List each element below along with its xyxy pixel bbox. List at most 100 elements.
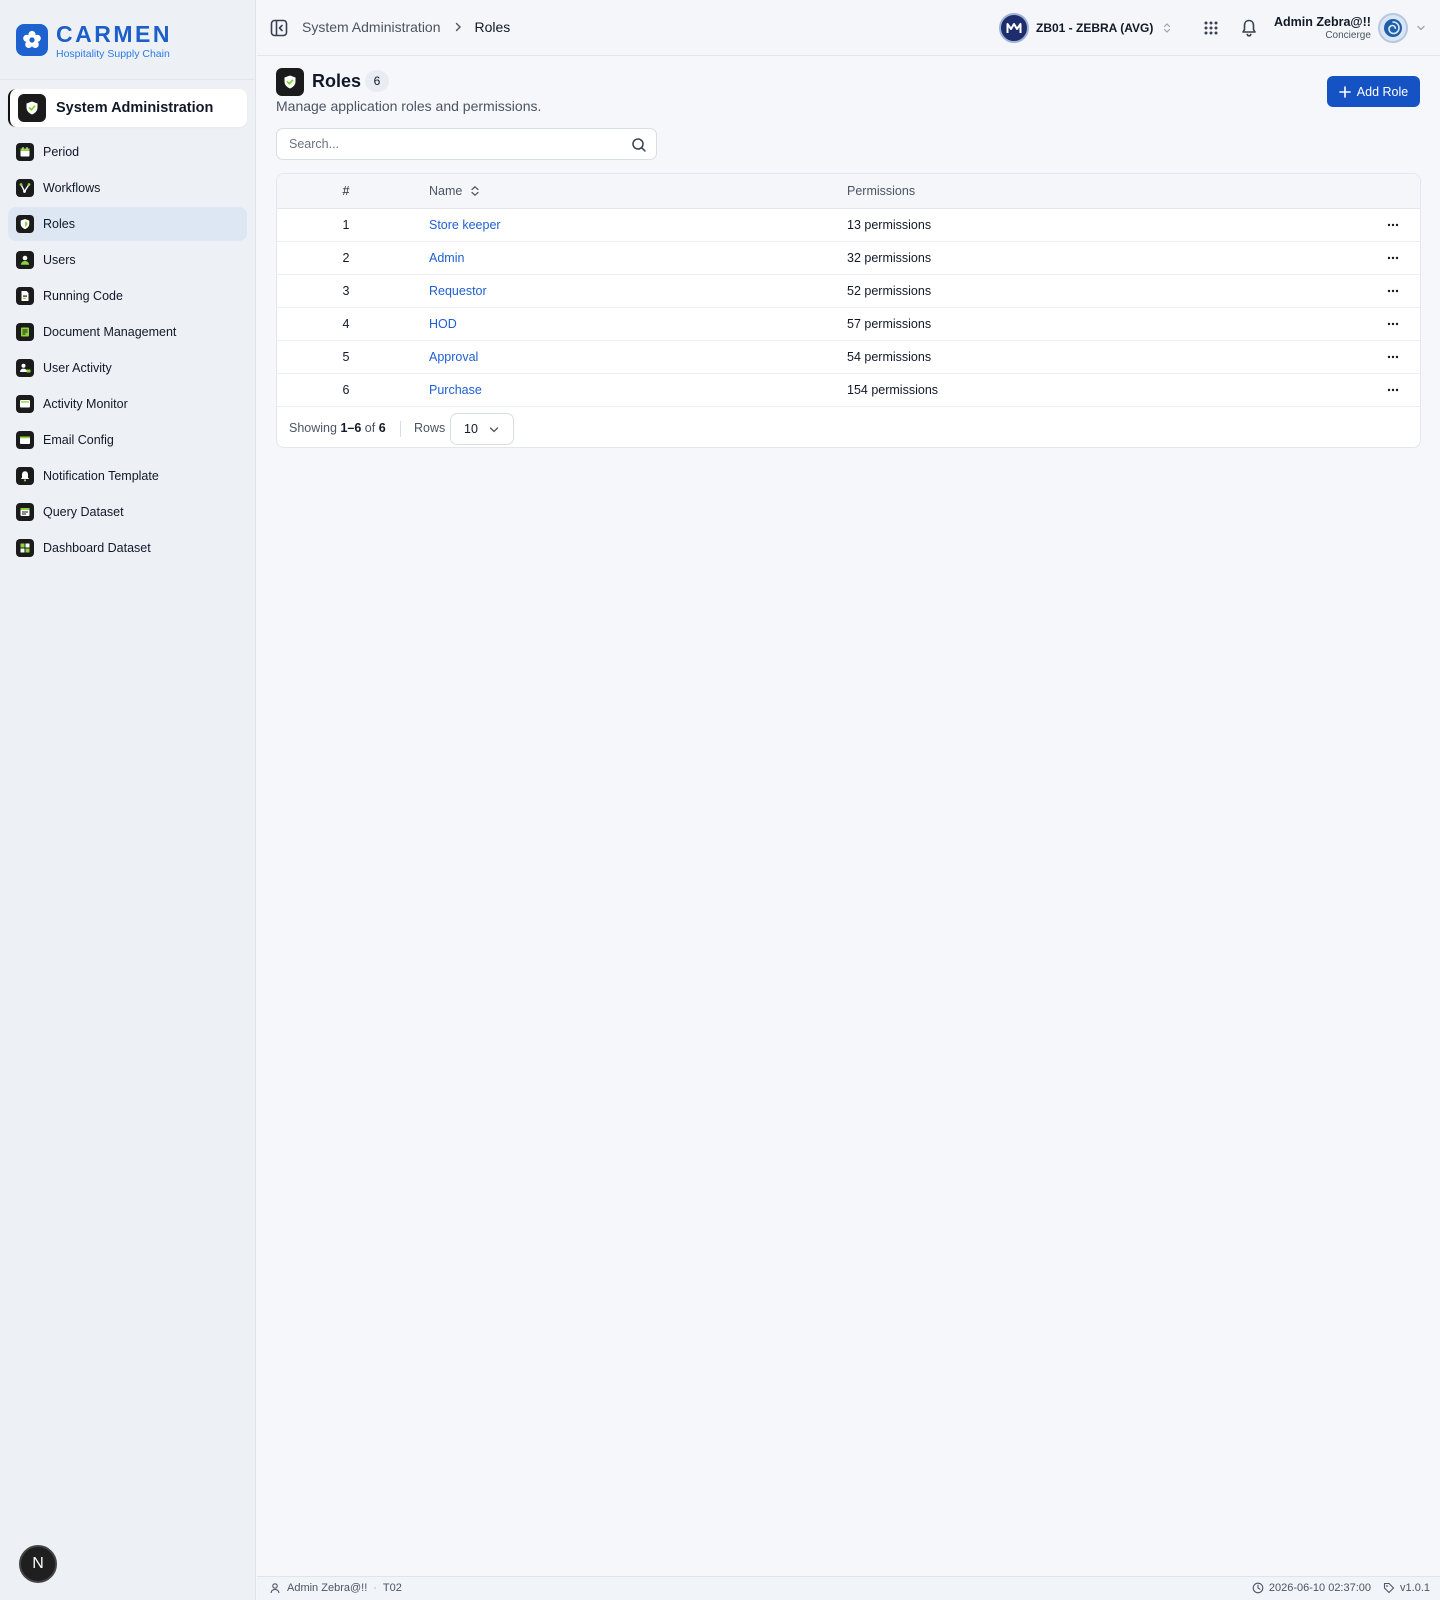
- table-footer: Showing 1–6 of 6 Rows 10: [277, 407, 1420, 447]
- main-content: Roles 6 Manage application roles and per…: [257, 56, 1440, 1576]
- more-actions-icon[interactable]: [1383, 275, 1403, 307]
- role-name-link[interactable]: Approval: [429, 341, 478, 373]
- more-actions-icon[interactable]: [1383, 242, 1403, 274]
- permission-count: 54 permissions: [847, 350, 932, 364]
- sidebar-item-label: Query Dataset: [43, 505, 124, 519]
- sidebar-item-email-config[interactable]: Email Config: [8, 423, 247, 457]
- sidebar-nav: Period Workflows Roles Users Running Cod…: [0, 135, 255, 565]
- sidebar-item-user-activity[interactable]: User Activity: [8, 351, 247, 385]
- pagination-summary: Showing 1–6 of 6: [289, 421, 386, 435]
- role-name-link[interactable]: Admin: [429, 242, 464, 274]
- user-role: Concierge: [1325, 29, 1371, 41]
- permission-count: 57 permissions: [847, 317, 932, 331]
- sidebar-item-label: Dashboard Dataset: [43, 541, 151, 555]
- rows-per-page-select[interactable]: 10: [450, 413, 514, 445]
- assistant-button[interactable]: N: [19, 1545, 57, 1583]
- sidebar-item-running-code[interactable]: Running Code: [8, 279, 247, 313]
- search-input[interactable]: [289, 129, 609, 159]
- role-name-link[interactable]: HOD: [429, 308, 457, 340]
- column-header-name-label: Name: [429, 184, 463, 198]
- sidebar-toggle-icon[interactable]: [269, 18, 289, 38]
- user-menu[interactable]: Admin Zebra@!! Concierge: [1274, 13, 1426, 43]
- page-title: Roles: [312, 71, 362, 91]
- chevron-down-icon: [489, 427, 499, 433]
- table-row: 4 HOD 57 permissions: [277, 308, 1420, 341]
- shield-icon: [16, 215, 34, 233]
- status-version: v1.0.1: [1400, 1582, 1430, 1594]
- sidebar-item-period[interactable]: Period: [8, 135, 247, 169]
- sidebar-item-notification-template[interactable]: Notification Template: [8, 459, 247, 493]
- sidebar-item-label: Activity Monitor: [43, 397, 128, 411]
- sidebar-item-label: Users: [43, 253, 76, 267]
- permission-count: 32 permissions: [847, 251, 932, 265]
- showing-range: 1–6: [340, 421, 362, 435]
- notification-bell-icon[interactable]: [1240, 18, 1258, 38]
- divider: [400, 421, 401, 437]
- status-tenant-code: T02: [382, 1582, 402, 1594]
- roles-table: # Name Permissions 1 Store keeper 13 per…: [276, 173, 1421, 448]
- more-actions-icon[interactable]: [1383, 308, 1403, 340]
- sidebar-item-document-management[interactable]: Document Management: [8, 315, 247, 349]
- plus-icon: [1338, 85, 1351, 98]
- breadcrumb-parent-link[interactable]: System Administration: [302, 19, 441, 35]
- add-role-button[interactable]: Add Role: [1327, 76, 1420, 107]
- more-actions-icon[interactable]: [1383, 209, 1403, 241]
- column-header-name[interactable]: Name: [429, 174, 480, 208]
- clock-icon: [1252, 1582, 1264, 1594]
- workflow-icon: [16, 179, 34, 197]
- tag-icon: [1383, 1582, 1395, 1594]
- sidebar-item-roles[interactable]: Roles: [8, 207, 247, 241]
- sidebar-item-label: Running Code: [43, 289, 123, 303]
- document-icon: [16, 323, 34, 341]
- mail-icon: [16, 431, 34, 449]
- more-actions-icon[interactable]: [1383, 374, 1403, 406]
- sidebar-item-query-dataset[interactable]: Query Dataset: [8, 495, 247, 529]
- tenant-switcher[interactable]: ZB01 - ZEBRA (AVG): [999, 13, 1171, 43]
- topbar: System Administration Roles ZB01 - ZEBRA…: [257, 0, 1440, 56]
- table-row: 1 Store keeper 13 permissions: [277, 209, 1420, 242]
- sidebar-item-users[interactable]: Users: [8, 243, 247, 277]
- role-name-link[interactable]: Store keeper: [429, 209, 501, 241]
- page-description: Manage application roles and permissions…: [276, 98, 542, 114]
- chevron-up-down-icon: [1163, 22, 1171, 34]
- search-icon[interactable]: [631, 137, 647, 153]
- role-name-link[interactable]: Requestor: [429, 275, 487, 307]
- table-header: # Name Permissions: [277, 174, 1420, 209]
- table-row: 2 Admin 32 permissions: [277, 242, 1420, 275]
- role-name-link[interactable]: Purchase: [429, 374, 482, 406]
- row-number: 1: [342, 218, 350, 232]
- sidebar: CARMEN Hospitality Supply Chain System A…: [0, 0, 256, 1600]
- sidebar-item-dashboard-dataset[interactable]: Dashboard Dataset: [8, 531, 247, 565]
- flower-logo-icon: [16, 23, 48, 56]
- shield-check-icon: [276, 68, 304, 96]
- dashboard-icon: [16, 539, 34, 557]
- status-user: Admin Zebra@!!: [287, 1582, 368, 1594]
- sidebar-item-label: User Activity: [43, 361, 112, 375]
- shield-check-icon: [18, 94, 46, 122]
- module-switcher[interactable]: System Administration: [8, 89, 247, 127]
- showing-of: of: [364, 421, 376, 435]
- calendar-icon: [16, 143, 34, 161]
- sort-icon[interactable]: [470, 185, 480, 197]
- sidebar-item-activity-monitor[interactable]: Activity Monitor: [8, 387, 247, 421]
- file-code-icon: [16, 287, 34, 305]
- more-actions-icon[interactable]: [1383, 341, 1403, 373]
- brand[interactable]: CARMEN Hospitality Supply Chain: [0, 0, 255, 80]
- sidebar-item-label: Notification Template: [43, 469, 159, 483]
- sidebar-item-label: Workflows: [43, 181, 101, 195]
- brand-tagline: Hospitality Supply Chain: [56, 47, 170, 60]
- status-bar: Admin Zebra@!! · T02 2026-06-10 02:37:00…: [257, 1576, 1440, 1600]
- apps-grid-icon[interactable]: [1202, 19, 1220, 37]
- database-icon: [16, 503, 34, 521]
- add-role-label: Add Role: [1356, 84, 1409, 99]
- breadcrumb-current: Roles: [474, 19, 511, 35]
- assistant-button-label: N: [32, 1555, 44, 1572]
- sidebar-item-workflows[interactable]: Workflows: [8, 171, 247, 205]
- chevron-right-icon: [453, 22, 463, 32]
- permission-count: 154 permissions: [847, 383, 939, 397]
- table-row: 3 Requestor 52 permissions: [277, 275, 1420, 308]
- permission-count: 52 permissions: [847, 284, 932, 298]
- sidebar-item-label: Period: [43, 145, 80, 159]
- sidebar-item-label: Roles: [43, 217, 75, 231]
- user-activity-icon: [16, 359, 34, 377]
